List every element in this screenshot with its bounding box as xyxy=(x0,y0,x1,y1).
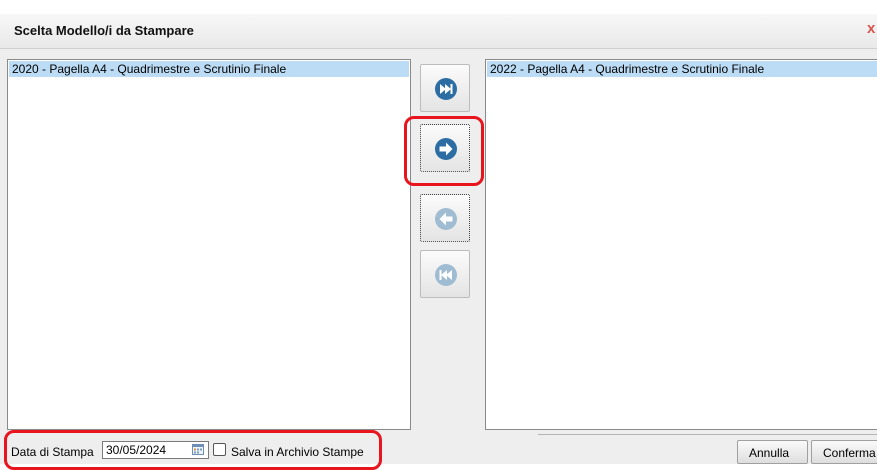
footer-divider xyxy=(538,434,877,435)
fast-forward-icon xyxy=(435,78,457,100)
move-all-right-button[interactable] xyxy=(420,64,470,112)
close-icon[interactable]: x xyxy=(867,20,875,37)
highlight-footer-options xyxy=(4,430,382,470)
cancel-button[interactable]: Annulla xyxy=(737,440,808,464)
dialog-title: Scelta Modello/i da Stampare xyxy=(14,23,194,38)
available-models-list[interactable]: 2020 - Pagella A4 - Quadrimestre e Scrut… xyxy=(7,59,411,430)
fast-rewind-icon xyxy=(435,264,457,286)
highlight-move-right xyxy=(404,116,484,186)
dialog-titlebar: Scelta Modello/i da Stampare x xyxy=(0,14,877,49)
move-left-button[interactable] xyxy=(420,194,470,242)
list-item-selected-0[interactable]: 2022 - Pagella A4 - Quadrimestre e Scrut… xyxy=(487,61,877,77)
arrow-left-icon xyxy=(435,208,457,230)
move-all-left-button[interactable] xyxy=(420,250,470,298)
confirm-button[interactable]: Conferma xyxy=(811,440,877,464)
list-item-available-0[interactable]: 2020 - Pagella A4 - Quadrimestre e Scrut… xyxy=(9,61,409,77)
selected-models-list[interactable]: 2022 - Pagella A4 - Quadrimestre e Scrut… xyxy=(485,59,877,430)
